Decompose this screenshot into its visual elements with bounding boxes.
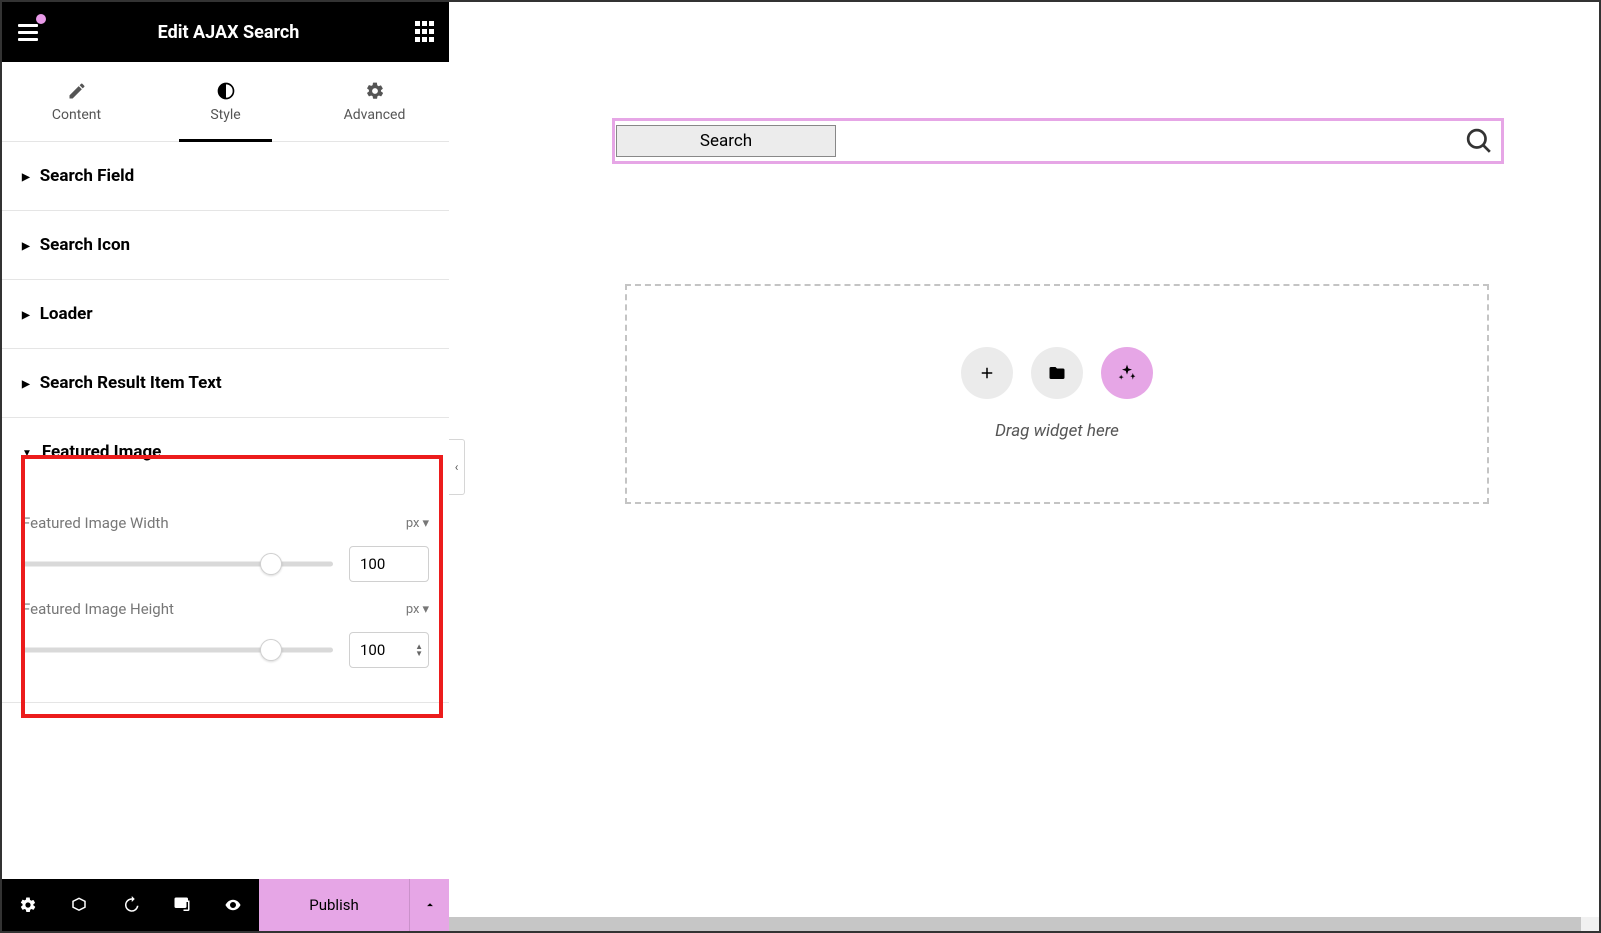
plus-icon — [978, 364, 996, 382]
gear-icon — [365, 81, 385, 101]
sparkle-icon — [1117, 363, 1137, 383]
preview-canvas: Search — [449, 2, 1599, 931]
search-button-label: Search — [700, 131, 752, 151]
caret-right-icon — [22, 307, 30, 321]
tab-advanced-label: Advanced — [344, 107, 406, 123]
chevron-left-icon: ‹ — [455, 460, 459, 474]
settings-button[interactable] — [2, 879, 53, 931]
history-button[interactable] — [105, 879, 156, 931]
publish-button[interactable]: Publish — [259, 879, 409, 931]
contrast-icon — [216, 81, 236, 101]
preview-button[interactable] — [208, 879, 259, 931]
tab-style[interactable]: Style — [151, 62, 300, 141]
control-featured-image-height: Featured Image Height px ▾ — [22, 600, 429, 668]
slider-thumb[interactable] — [260, 639, 282, 661]
tab-content[interactable]: Content — [2, 62, 151, 141]
number-spinner[interactable]: ▲▼ — [415, 643, 423, 657]
unit-selector[interactable]: px ▾ — [406, 602, 429, 617]
featured-image-body: Featured Image Width px ▾ — [2, 486, 449, 702]
panel-header: Edit AJAX Search — [2, 2, 449, 62]
section-header-search-field[interactable]: Search Field — [2, 142, 449, 210]
section-label: Search Result Item Text — [40, 373, 222, 393]
section-header-search-icon[interactable]: Search Icon — [2, 211, 449, 279]
control-label: Featured Image Height — [22, 600, 174, 618]
editor-panel: Edit AJAX Search Content Style — [2, 2, 449, 931]
height-slider[interactable] — [22, 640, 333, 660]
unit-selector[interactable]: px ▾ — [406, 516, 429, 531]
search-button[interactable]: Search — [616, 125, 836, 157]
control-label: Featured Image Width — [22, 514, 169, 532]
widget-dropzone[interactable]: Drag widget here — [625, 284, 1489, 504]
horizontal-scrollbar[interactable] — [449, 917, 1599, 931]
add-ai-button[interactable] — [1101, 347, 1153, 399]
section-header-loader[interactable]: Loader — [2, 280, 449, 348]
tab-style-label: Style — [210, 107, 240, 123]
tab-advanced[interactable]: Advanced — [300, 62, 449, 141]
caret-right-icon — [22, 169, 30, 183]
panel-collapse-handle[interactable]: ‹ — [449, 439, 465, 495]
widgets-grid-button[interactable] — [415, 21, 437, 43]
publish-more-button[interactable] — [409, 879, 449, 931]
menu-button[interactable] — [14, 18, 42, 46]
notification-dot-icon — [36, 14, 46, 24]
caret-down-icon — [22, 445, 32, 459]
width-slider[interactable] — [22, 554, 333, 574]
publish-label: Publish — [309, 896, 358, 914]
add-template-button[interactable] — [1031, 347, 1083, 399]
pencil-icon — [67, 81, 87, 101]
chevron-down-icon: ▾ — [422, 516, 429, 531]
section-header-featured-image[interactable]: Featured Image — [2, 418, 449, 486]
chevron-up-icon — [423, 898, 437, 912]
panel-tabs: Content Style Advanced — [2, 62, 449, 142]
sections-list: Search Field Search Icon Loader Search R… — [2, 142, 449, 879]
search-widget[interactable]: Search — [612, 118, 1504, 164]
control-featured-image-width: Featured Image Width px ▾ — [22, 514, 429, 582]
section-label: Search Field — [40, 166, 135, 186]
section-label: Featured Image — [42, 442, 161, 462]
slider-thumb[interactable] — [260, 553, 282, 575]
section-label: Search Icon — [40, 235, 130, 255]
navigator-button[interactable] — [53, 879, 104, 931]
scrollbar-thumb[interactable] — [449, 917, 1581, 931]
tab-content-label: Content — [52, 107, 101, 123]
width-input[interactable] — [349, 546, 429, 582]
unit-label: px — [406, 516, 420, 531]
caret-right-icon — [22, 238, 30, 252]
search-icon[interactable] — [1466, 128, 1492, 154]
add-widget-button[interactable] — [961, 347, 1013, 399]
folder-icon — [1047, 364, 1067, 382]
caret-right-icon — [22, 376, 30, 390]
panel-footer: Publish — [2, 879, 449, 931]
panel-title: Edit AJAX Search — [158, 22, 300, 43]
section-label: Loader — [40, 304, 93, 324]
section-header-search-result-text[interactable]: Search Result Item Text — [2, 349, 449, 417]
chevron-down-icon: ▾ — [422, 602, 429, 617]
unit-label: px — [406, 602, 420, 617]
responsive-button[interactable] — [156, 879, 207, 931]
dropzone-hint: Drag widget here — [995, 421, 1119, 441]
